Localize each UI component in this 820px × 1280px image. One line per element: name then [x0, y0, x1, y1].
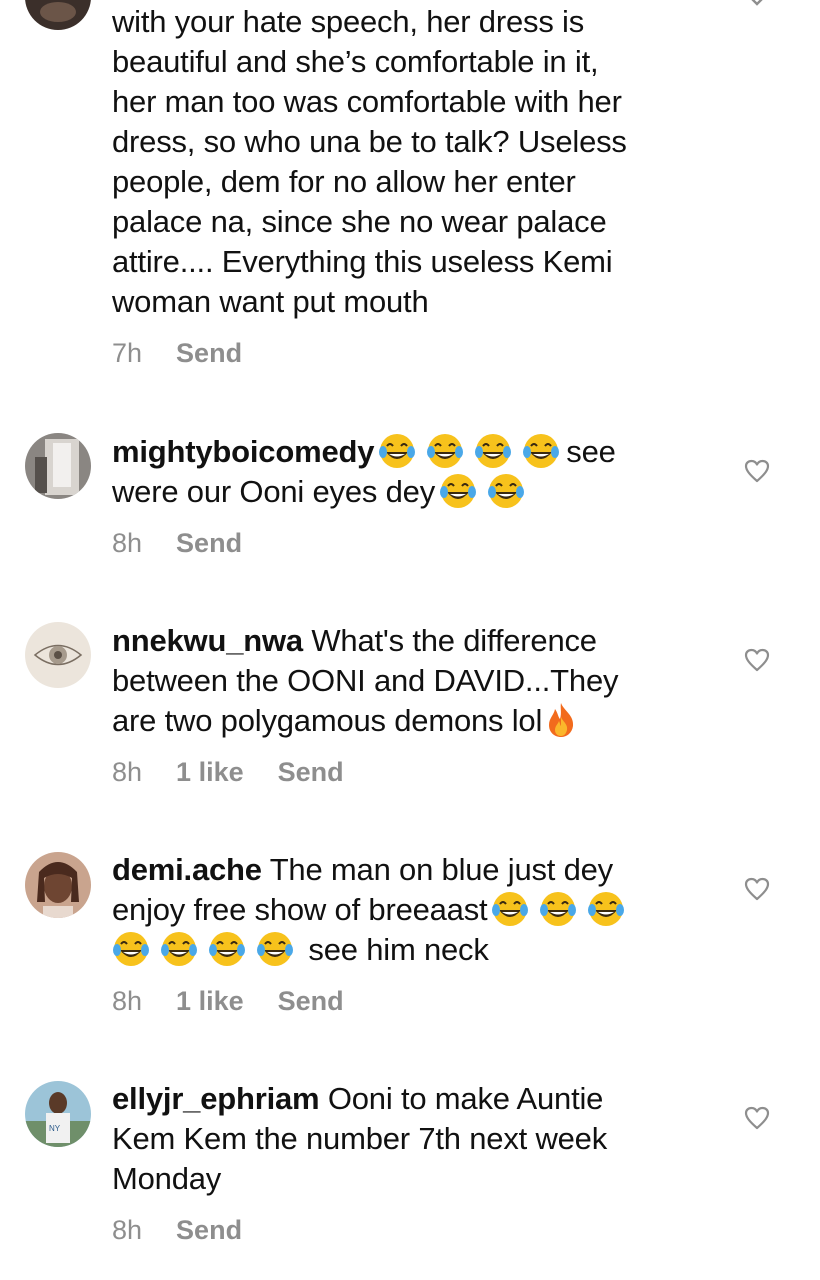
comment-meta: 8h Send: [112, 528, 276, 559]
heart-outline-icon[interactable]: [744, 1106, 770, 1130]
heart-outline-icon[interactable]: [744, 877, 770, 901]
face-with-tears-of-joy-icon: [208, 930, 246, 968]
avatar[interactable]: [25, 622, 91, 688]
face-with-tears-of-joy-icon: [112, 930, 150, 968]
face-with-tears-of-joy-icon: [487, 472, 525, 510]
likes-count[interactable]: 1 like: [176, 986, 244, 1016]
comment-text: mightyboicomedy see were our Ooni eyes de…: [112, 432, 616, 510]
face-with-tears-of-joy-icon: [160, 930, 198, 968]
face-with-tears-of-joy-icon: [587, 890, 625, 928]
comment-time: 8h: [112, 528, 143, 558]
send-button[interactable]: Send: [176, 1215, 242, 1245]
face-with-tears-of-joy-icon: [426, 432, 464, 470]
comment-text: nnekwu_nwa What's the difference between…: [112, 623, 619, 739]
comment-username[interactable]: nnekwu_nwa: [112, 623, 303, 658]
comment-meta: 8h Send: [112, 1215, 276, 1246]
send-button[interactable]: Send: [176, 338, 242, 368]
send-button[interactable]: Send: [176, 528, 242, 558]
fire-icon: [542, 701, 580, 739]
comment-meta: 7h Send: [112, 338, 276, 369]
likes-count[interactable]: 1 like: [176, 757, 244, 787]
face-with-tears-of-joy-icon: [491, 890, 529, 928]
heart-outline-icon[interactable]: [744, 459, 770, 483]
avatar[interactable]: [25, 433, 91, 499]
svg-text:NY: NY: [49, 1124, 61, 1133]
face-with-tears-of-joy-icon: [256, 930, 294, 968]
comment-text: with your hate speech, her dress is beau…: [112, 4, 627, 319]
comment-username[interactable]: ellyjr_ephriam: [112, 1081, 320, 1116]
comment-username[interactable]: mightyboicomedy: [112, 434, 374, 469]
face-with-tears-of-joy-icon: [539, 890, 577, 928]
comment-text: demi.ache The man on blue just dey enjoy…: [112, 850, 712, 970]
face-with-tears-of-joy-icon: [474, 432, 512, 470]
face-with-tears-of-joy-icon: [439, 472, 477, 510]
chevron-down-icon[interactable]: [744, 0, 770, 16]
comment-time: 8h: [112, 1215, 143, 1245]
comment-username[interactable]: demi.ache: [112, 852, 262, 887]
heart-outline-icon[interactable]: [744, 648, 770, 672]
comment-time: 7h: [112, 338, 143, 368]
face-with-tears-of-joy-icon: [378, 432, 416, 470]
comment-time: 8h: [112, 757, 143, 787]
avatar[interactable]: NY: [25, 1081, 91, 1147]
comment-meta: 8h 1 like Send: [112, 986, 378, 1017]
face-with-tears-of-joy-icon: [522, 432, 560, 470]
send-button[interactable]: Send: [278, 757, 344, 787]
comment-meta: 8h 1 like Send: [112, 757, 378, 788]
comment-time: 8h: [112, 986, 143, 1016]
send-button[interactable]: Send: [278, 986, 344, 1016]
avatar[interactable]: [25, 0, 91, 30]
avatar[interactable]: [25, 852, 91, 918]
comment-text: ellyjr_ephriam Ooni to make Auntie Kem K…: [112, 1081, 608, 1196]
